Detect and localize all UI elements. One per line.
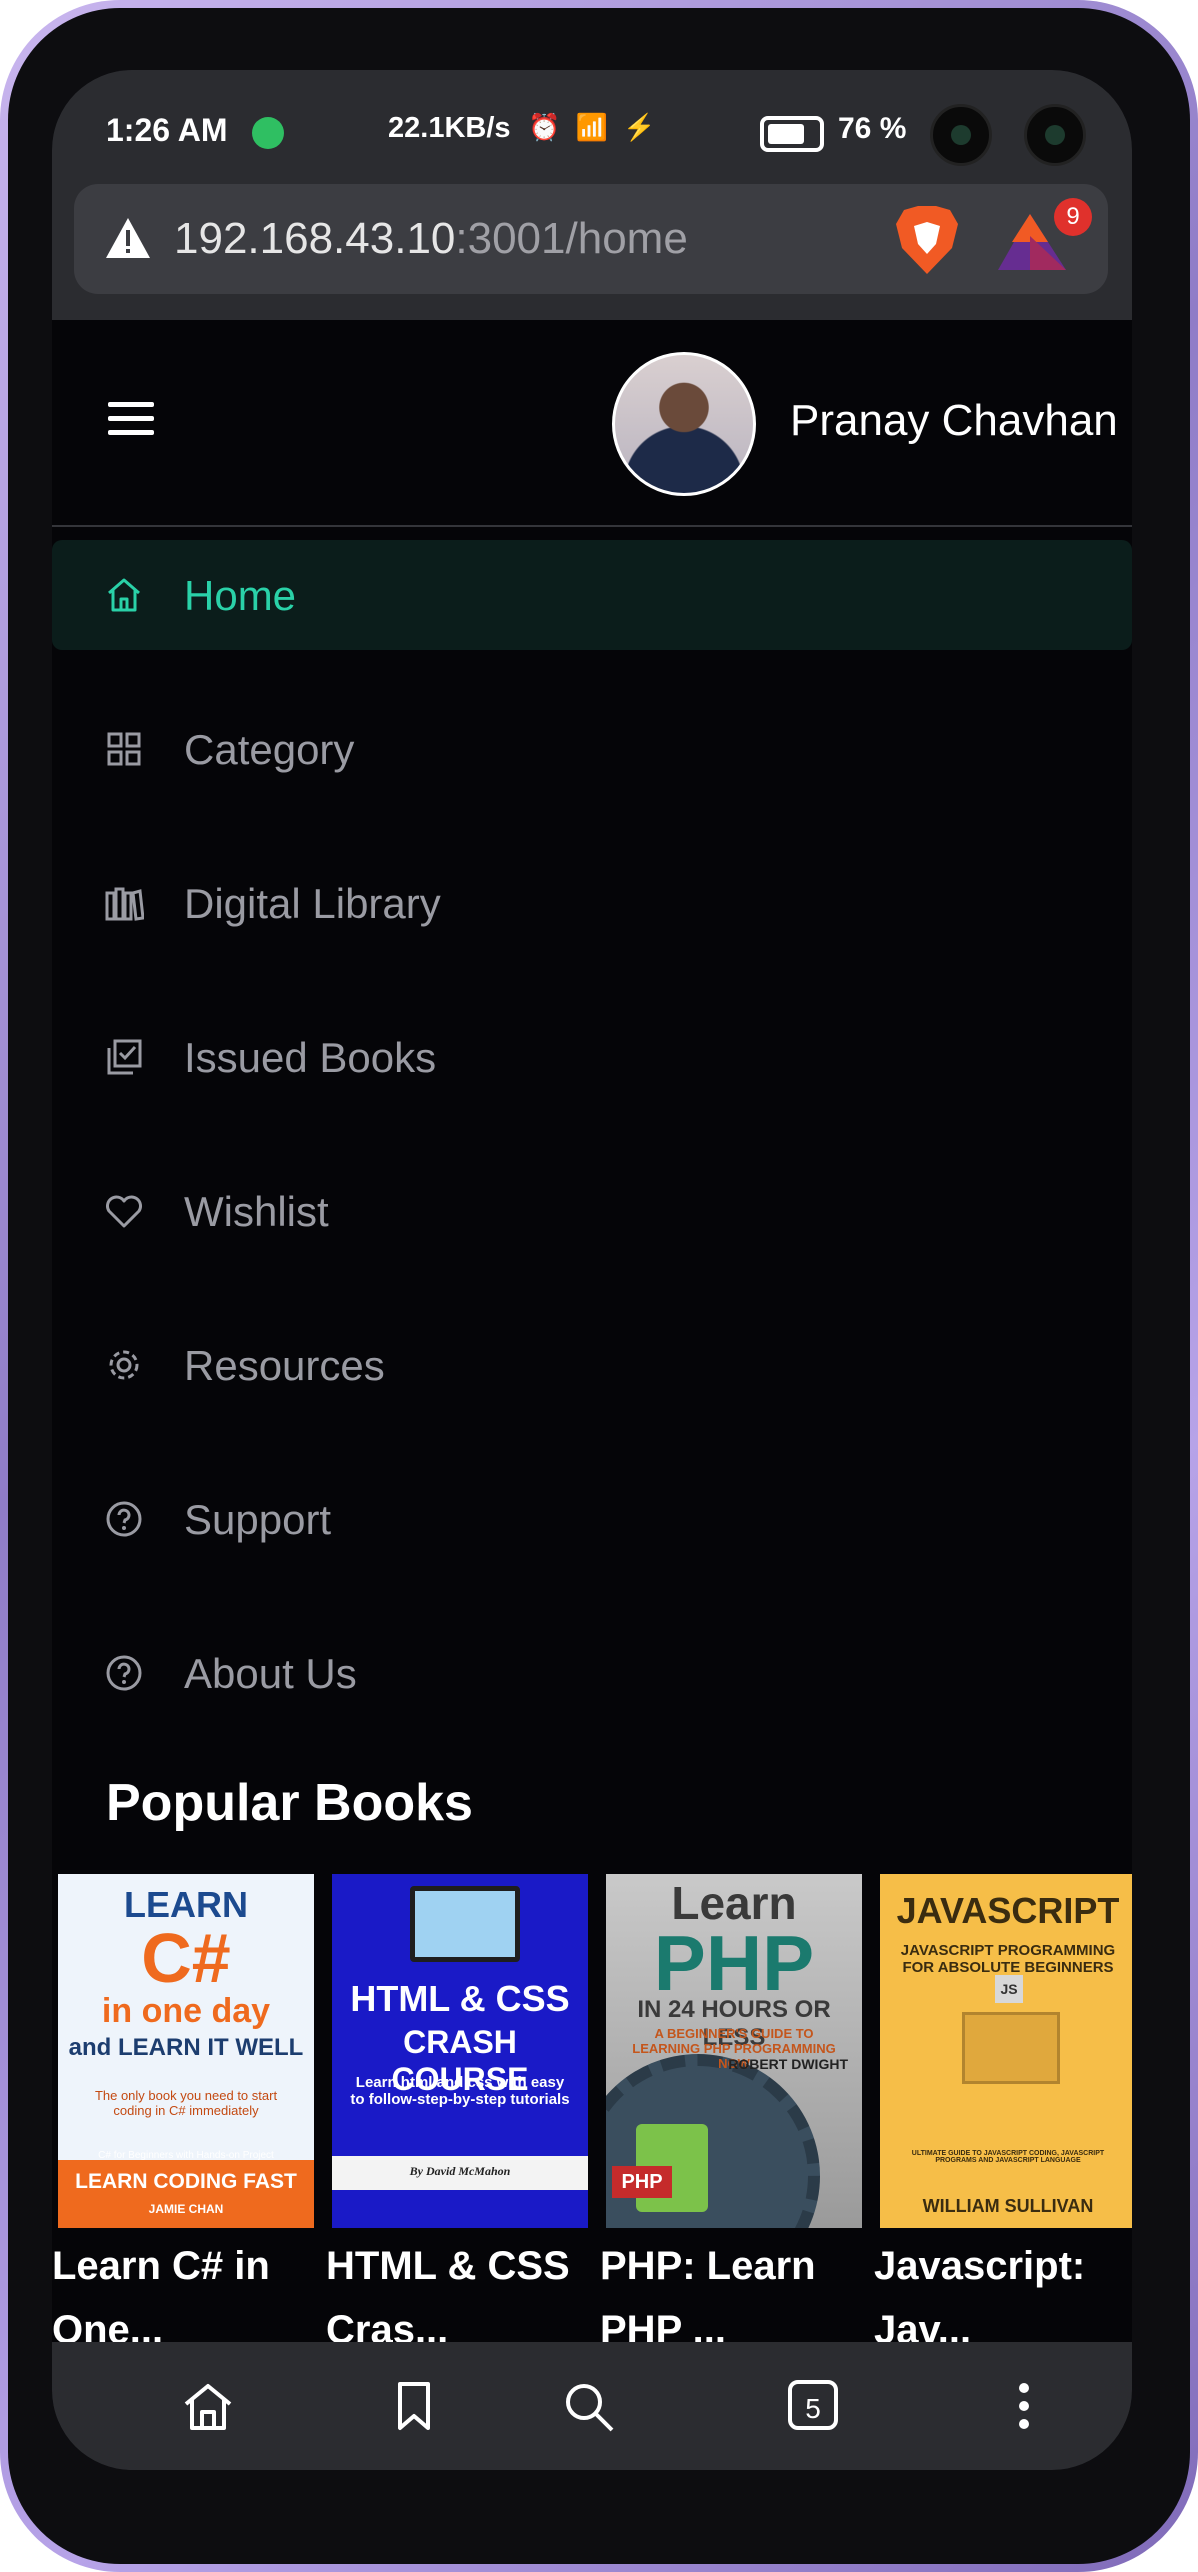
library-icon — [105, 887, 144, 921]
nav-item-digital-library[interactable]: Digital Library — [52, 848, 1132, 958]
network-speed: 22.1KB/s — [388, 112, 511, 144]
url-host: 192.168.43.10 — [174, 214, 456, 263]
books-row: LEARN C# in one day and LEARN IT WELL Th… — [52, 1874, 1132, 2352]
cover-text: The only book you need to start coding i… — [94, 2088, 278, 2118]
help-icon — [106, 1655, 142, 1691]
url-path: :3001/home — [455, 214, 688, 263]
cover-text: C# — [141, 1919, 231, 1997]
nav-label: About Us — [184, 1650, 357, 1697]
nav-label: Issued Books — [184, 1034, 437, 1081]
status-time: 1:26 AM — [106, 112, 228, 148]
nav-label: Wishlist — [184, 1188, 329, 1235]
book-card[interactable]: LEARN C# in one day and LEARN IT WELL Th… — [52, 1874, 314, 2352]
nav-item-about-us[interactable]: About Us — [52, 1618, 1132, 1728]
computer-icon: JS — [962, 1975, 1060, 2084]
browser-bottom-bar: 5 — [52, 2342, 1132, 2470]
cover-text: JAVASCRIPT — [896, 1890, 1120, 1931]
status-icons: ⏰ 📶 ⚡ — [528, 112, 660, 142]
nav-item-home[interactable]: Home — [52, 540, 1132, 650]
book-cover[interactable]: LEARN C# in one day and LEARN IT WELL Th… — [58, 1874, 314, 2228]
nav-item-wishlist[interactable]: Wishlist — [52, 1156, 1132, 1266]
nav-item-resources[interactable]: Resources — [52, 1310, 1132, 1420]
book-card[interactable]: HTML & CSS CRASH COURSE Learn html and c… — [326, 1874, 588, 2352]
gear-icon — [109, 1350, 139, 1380]
camera-cutout-icon — [1024, 104, 1086, 166]
cover-text: JAMIE CHAN — [148, 2202, 224, 2216]
cover-text: LEARN CODING FAST — [75, 2170, 297, 2193]
nav-item-support[interactable]: Support — [52, 1464, 1132, 1574]
nav-label: Home — [184, 572, 297, 619]
address-bar[interactable]: 192.168.43.10:3001/home 9 — [74, 184, 1108, 294]
nav-label: Digital Library — [184, 880, 441, 927]
cover-text: Learn html and css with easy to follow-s… — [350, 2074, 570, 2108]
cover-text: JAVASCRIPT PROGRAMMING FOR ABSOLUTE BEGI… — [900, 1942, 1116, 1976]
battery-icon — [760, 116, 824, 152]
avatar[interactable] — [612, 352, 756, 496]
android-icon — [252, 117, 284, 149]
cover-text: By David McMahon — [409, 2164, 511, 2178]
battery-percent: 76 % — [838, 112, 907, 145]
cover-text: ROBERT DWIGHT — [728, 2056, 848, 2072]
book-cover[interactable]: HTML & CSS CRASH COURSE Learn html and c… — [332, 1874, 588, 2228]
book-cover[interactable]: JAVASCRIPT JAVASCRIPT PROGRAMMING FOR AB… — [880, 1874, 1132, 2228]
book-card[interactable]: Learn PHP IN 24 HOURS OR LESS A BEGINNER… — [600, 1874, 862, 2352]
search-icon[interactable] — [560, 2378, 616, 2434]
cover-text: ULTIMATE GUIDE TO JAVASCRIPT CODING, JAV… — [911, 2150, 1105, 2164]
monitor-icon — [410, 1886, 520, 1962]
cover-text: C# for Beginners with Hands-on Project — [98, 2150, 274, 2161]
browser-toolbar: 192.168.43.10:3001/home 9 — [52, 180, 1132, 320]
nav-label: Support — [184, 1496, 332, 1543]
php-badge: PHP — [612, 2166, 672, 2198]
nav-label: Category — [184, 726, 355, 773]
app-header: Pranay Chavhan — [52, 320, 1132, 527]
status-bar: 1:26 AM 22.1KB/s ⏰ 📶 ⚡ 76 % — [52, 70, 1132, 180]
tabs-button[interactable]: 5 — [788, 2380, 838, 2430]
help-icon — [106, 1501, 142, 1537]
url-text[interactable]: 192.168.43.10:3001/home — [174, 214, 688, 264]
nav-item-category[interactable]: Category — [52, 694, 1132, 804]
brave-shields-icon[interactable] — [894, 204, 960, 276]
camera-cutout-icon — [930, 104, 992, 166]
more-icon[interactable] — [996, 2378, 1052, 2434]
cover-text: HTML & CSS — [350, 1978, 570, 2019]
side-nav: Home Category Digital Library Issued Boo… — [52, 540, 1132, 1772]
home-icon — [108, 578, 140, 612]
nav-label: Resources — [184, 1342, 385, 1389]
book-card[interactable]: JAVASCRIPT JAVASCRIPT PROGRAMMING FOR AB… — [874, 1874, 1132, 2352]
user-name[interactable]: Pranay Chavhan — [790, 396, 1118, 446]
screen: 1:26 AM 22.1KB/s ⏰ 📶 ⚡ 76 % 192.168.43.1… — [52, 70, 1132, 2470]
home-icon[interactable] — [180, 2378, 236, 2434]
bookmark-icon[interactable] — [386, 2378, 442, 2434]
grid-icon — [107, 732, 141, 766]
issued-icon — [107, 1039, 142, 1075]
js-badge: JS — [995, 1975, 1023, 2003]
warning-icon[interactable] — [104, 216, 152, 260]
book-cover[interactable]: Learn PHP IN 24 HOURS OR LESS A BEGINNER… — [606, 1874, 862, 2228]
cover-text: and LEARN IT WELL — [68, 2034, 304, 2061]
section-title: Popular Books — [106, 1774, 473, 1832]
menu-icon[interactable] — [108, 402, 154, 438]
nav-item-issued-books[interactable]: Issued Books — [52, 1002, 1132, 1112]
rewards-badge: 9 — [1054, 198, 1092, 236]
cover-text: WILLIAM SULLIVAN — [922, 2196, 1094, 2216]
cover-text: in one day — [101, 1992, 271, 2030]
heart-icon — [106, 1195, 142, 1228]
